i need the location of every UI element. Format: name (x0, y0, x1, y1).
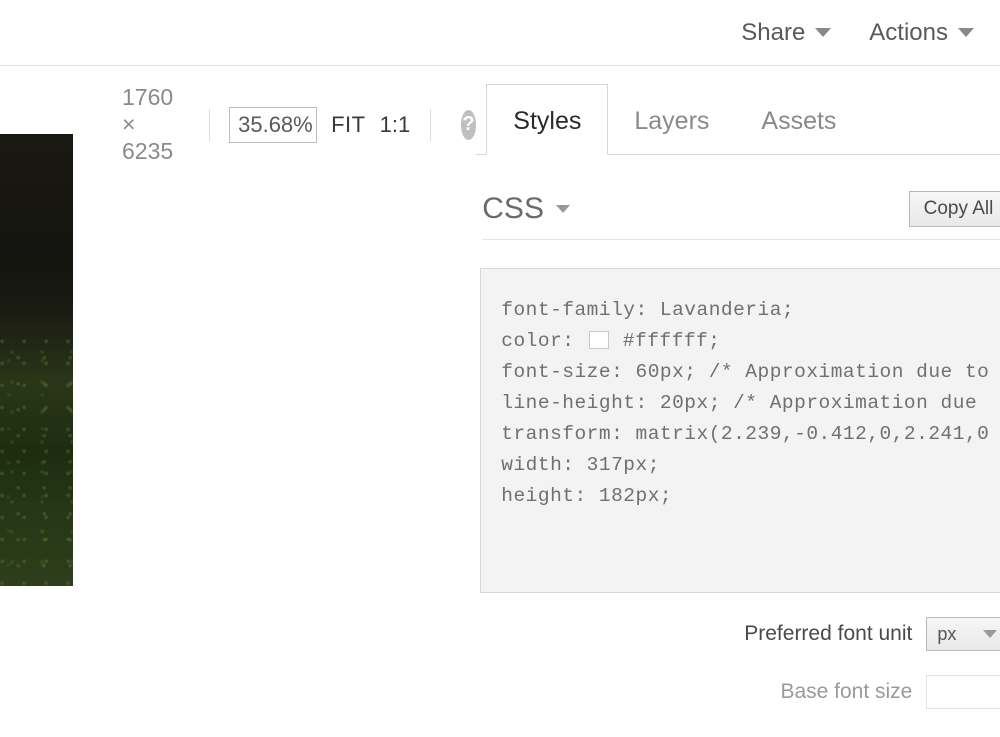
divider (430, 109, 431, 141)
top-toolbar: Share Actions (0, 0, 1000, 66)
code-line: font-size: 60px; /* Approximation due to (501, 361, 989, 383)
canvas-panel: 1760 × 6235 35.68% FIT 1:1 ? (0, 66, 476, 737)
css-label-text: CSS (482, 192, 544, 226)
canvas-dimensions: 1760 × 6235 (122, 84, 189, 165)
fit-button[interactable]: FIT (331, 112, 366, 138)
zoom-input[interactable]: 35.68% (229, 107, 317, 143)
base-size-label: Base font size (780, 680, 912, 704)
inspector-tabs: Styles Layers Assets (476, 84, 1000, 155)
pref-unit-label: Preferred font unit (744, 622, 912, 646)
code-line: height: 182px; (501, 485, 672, 507)
pref-unit-select[interactable]: px (926, 617, 1000, 651)
tab-assets[interactable]: Assets (735, 85, 862, 154)
code-line: font-family: Lavanderia; (501, 299, 794, 321)
code-line: width: 317px; (501, 454, 660, 476)
actions-label: Actions (869, 19, 948, 47)
canvas-image[interactable] (0, 134, 73, 586)
main-area: 1760 × 6235 35.68% FIT 1:1 ? Styles Laye… (0, 66, 1000, 737)
css-header-row: CSS Copy All (482, 155, 1000, 240)
inspector-panel: Styles Layers Assets CSS Copy All font-f… (476, 66, 1000, 737)
base-size-row: Base font size (476, 675, 1000, 709)
actions-menu[interactable]: Actions (869, 19, 974, 47)
pref-unit-row: Preferred font unit px (476, 617, 1000, 651)
color-swatch-icon[interactable] (589, 331, 609, 349)
code-line: color: #ffffff; (501, 330, 720, 352)
one-to-one-button[interactable]: 1:1 (380, 112, 411, 138)
css-dropdown[interactable]: CSS (482, 192, 570, 226)
pref-unit-value: px (937, 624, 956, 645)
tab-layers[interactable]: Layers (608, 85, 735, 154)
code-line: transform: matrix(2.239,-0.412,0,2.241,0 (501, 423, 989, 445)
grass-texture (0, 337, 73, 586)
base-size-input[interactable] (926, 675, 1000, 709)
chevron-down-icon (815, 28, 831, 37)
code-line: line-height: 20px; /* Approximation due (501, 392, 989, 414)
share-label: Share (741, 19, 805, 47)
chevron-down-icon (958, 28, 974, 37)
tab-styles[interactable]: Styles (486, 84, 608, 155)
copy-all-button[interactable]: Copy All (909, 191, 1000, 227)
chevron-down-icon (556, 205, 570, 213)
help-icon[interactable]: ? (461, 110, 477, 140)
divider (209, 109, 210, 141)
css-code-output[interactable]: font-family: Lavanderia; color: #ffffff;… (480, 268, 1000, 593)
share-menu[interactable]: Share (741, 19, 831, 47)
chevron-down-icon (983, 630, 997, 638)
